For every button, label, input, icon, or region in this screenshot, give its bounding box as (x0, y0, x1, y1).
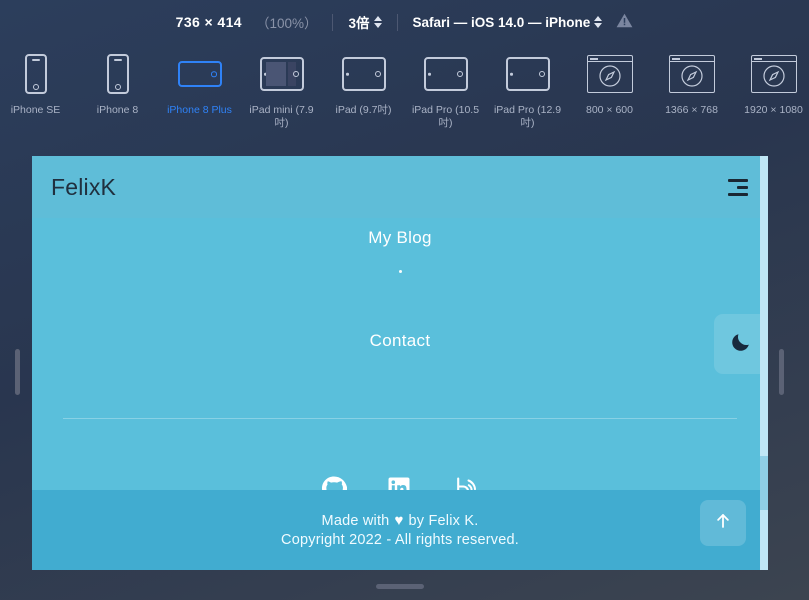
arrow-up-icon (714, 512, 732, 535)
device-option-1366x768[interactable]: 1366 × 768 (657, 50, 727, 117)
device-label: iPad (9.7吋) (335, 104, 392, 116)
device-label: 1366 × 768 (665, 104, 718, 116)
safari-compass-icon (680, 65, 703, 87)
zoom-percent-label: （100%） (255, 16, 318, 31)
device-label: iPad mini (7.9吋) (249, 104, 314, 129)
resize-handle-left[interactable] (15, 349, 20, 395)
nav-item-contact[interactable]: Contact (370, 331, 431, 351)
site-header: FelixK (32, 156, 768, 218)
device-toolbar: 736 × 414 （100%） 3倍 Safari — iOS 14.0 — … (0, 0, 809, 44)
footer-made-with: Made with (321, 512, 390, 529)
scale-stepper[interactable] (373, 16, 382, 28)
footer-copyright: Copyright 2022 - All rights reserved. (281, 532, 519, 548)
safari-compass-icon (762, 65, 785, 87)
device-option-800x600[interactable]: 800 × 600 (575, 50, 645, 117)
device-option-iphone-8-plus[interactable]: iPhone 8 Plus (165, 50, 235, 117)
device-label: iPhone SE (10, 104, 61, 116)
phone-portrait-icon (106, 50, 129, 98)
footer-author: by Felix K. (408, 512, 479, 529)
website-preview: FelixK My Blog Contact Made with ♥ by Fe… (32, 156, 768, 570)
device-viewport[interactable]: FelixK My Blog Contact Made with ♥ by Fe… (32, 156, 768, 570)
nav-item-my-blog[interactable]: My Blog (368, 228, 432, 248)
site-brand[interactable]: FelixK (51, 174, 116, 201)
tablet-icon (341, 50, 386, 98)
toolbar-divider-1 (332, 13, 334, 31)
device-label: 1920 × 1080 (744, 104, 803, 116)
device-label: 800 × 600 (585, 104, 633, 116)
device-option-ipad-mini[interactable]: iPad mini (7.9吋) (247, 50, 317, 129)
viewport-scrollbar[interactable] (760, 156, 768, 570)
safari-compass-icon (598, 65, 621, 87)
device-option-1920x1080[interactable]: 1920 × 1080 (739, 50, 809, 117)
device-option-ipad-pro-105[interactable]: iPad Pro (10.5吋) (411, 50, 481, 129)
footer-credit-line: Made with ♥ by Felix K. (322, 512, 479, 529)
tablet-icon (505, 50, 550, 98)
resize-handle-right[interactable] (779, 349, 784, 395)
device-option-ipad-pro-129[interactable]: iPad Pro (12.9吋) (493, 50, 563, 129)
scrollbar-thumb[interactable] (760, 456, 768, 510)
warning-triangle-icon[interactable] (616, 13, 633, 31)
device-label: iPad Pro (12.9吋) (493, 104, 562, 129)
viewport-size-label: 736 × 414 (175, 14, 242, 30)
device-option-iphone-8[interactable]: iPhone 8 (83, 50, 153, 117)
hamburger-menu-icon[interactable] (726, 178, 748, 196)
user-agent-stepper[interactable] (594, 16, 603, 28)
toolbar-divider-2 (396, 13, 398, 31)
device-label: iPhone 8 (96, 104, 139, 116)
browser-window-icon (750, 50, 797, 98)
browser-window-icon (668, 50, 715, 98)
scroll-to-top-button[interactable] (700, 500, 746, 546)
device-label: iPad Pro (10.5吋) (411, 104, 480, 129)
heart-icon: ♥ (394, 512, 404, 529)
moon-icon (730, 331, 752, 358)
device-option-ipad[interactable]: iPad (9.7吋) (329, 50, 399, 117)
section-divider (63, 418, 737, 419)
site-footer: Made with ♥ by Felix K. Copyright 2022 -… (32, 490, 768, 570)
device-label: iPhone 8 Plus (167, 104, 232, 116)
phone-landscape-icon (177, 50, 222, 98)
tablet-icon (423, 50, 468, 98)
user-agent-label: Safari — iOS 14.0 — iPhone (412, 14, 591, 30)
device-option-iphone-se[interactable]: iPhone SE (1, 50, 71, 117)
browser-window-icon (586, 50, 633, 98)
phone-portrait-icon (24, 50, 47, 98)
tablet-split-icon (259, 50, 304, 98)
site-nav-panel: My Blog Contact (32, 218, 768, 500)
scale-factor-label: 3倍 (348, 16, 370, 31)
resize-handle-bottom[interactable] (376, 584, 424, 589)
nav-separator-dot (398, 270, 402, 273)
device-selector-strip: iPhone SE iPhone 8 iPhone 8 Plus iPad mi… (0, 44, 809, 136)
